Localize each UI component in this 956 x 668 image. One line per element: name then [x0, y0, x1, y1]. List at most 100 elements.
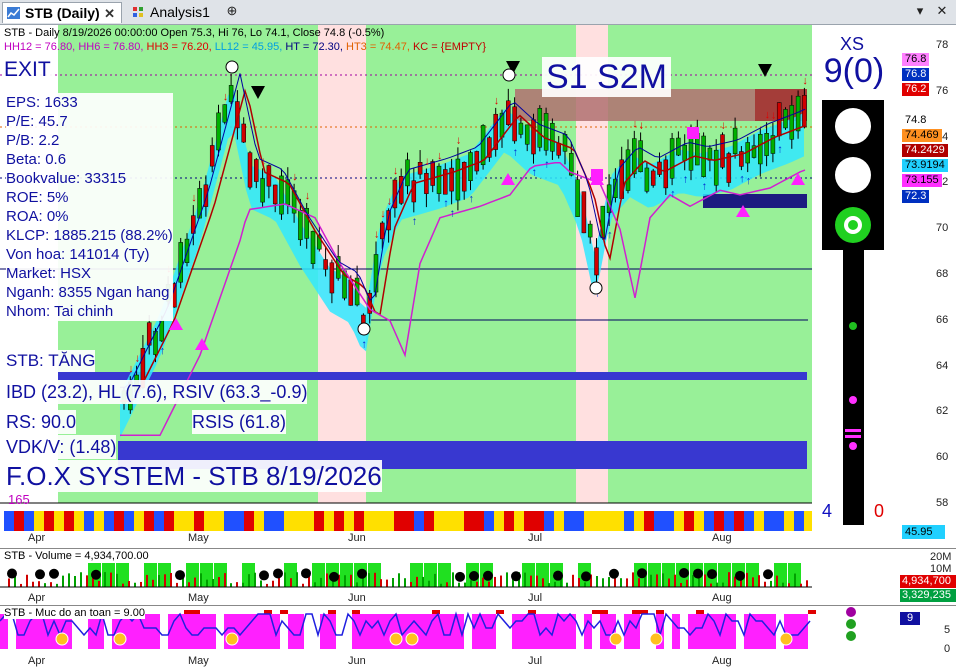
month-axis: Apr May Jun Jul Aug [0, 530, 812, 546]
close-icon[interactable]: ✕ [104, 3, 115, 24]
volume-bar [152, 579, 154, 587]
strip-cell [464, 511, 474, 531]
month-label: Jul [528, 655, 543, 667]
safety-cell [320, 614, 328, 649]
safety-mark [656, 610, 664, 614]
tab-analysis1[interactable]: Analysis1 [128, 2, 222, 23]
strip-cell [74, 511, 84, 531]
volume-bar [374, 572, 376, 587]
sell-arrow: ↓ [135, 353, 141, 365]
volume-bar [620, 578, 622, 587]
volume-bar [206, 579, 208, 587]
month-label: Aug [712, 532, 732, 544]
safety-mark [496, 610, 504, 614]
volume-bar [764, 581, 766, 587]
volume-bar [428, 580, 430, 587]
new-tab-icon[interactable]: ⊕ [224, 3, 240, 19]
volume-bar [806, 580, 808, 587]
strip-cell [794, 511, 804, 531]
price-tick: 60 [936, 451, 949, 464]
volume-bar [320, 577, 322, 587]
volume-dot [763, 569, 773, 580]
volume-tag: 4,934,700 [900, 575, 956, 588]
safety-pane[interactable]: STB - Muc do an toan = 9.00 5 0 9 Apr May… [0, 605, 956, 668]
volume-dot [581, 571, 591, 582]
volume-bar [242, 582, 244, 587]
candle [272, 184, 278, 205]
candle [802, 95, 807, 128]
pb: P/B: 2.2 [6, 132, 60, 149]
volume-bar [680, 582, 682, 587]
volume-bar [86, 575, 88, 587]
buy-arrow: ↑ [412, 215, 418, 227]
safety-cell [512, 614, 520, 649]
candle [713, 149, 719, 186]
level-hh12: HH12 = 76.80, [4, 41, 76, 53]
volume-bar [782, 582, 784, 587]
strip-cell [274, 511, 284, 531]
volume-bar [758, 575, 760, 587]
strip-cell [494, 511, 504, 531]
candle [587, 223, 593, 238]
volume-bar [452, 572, 454, 587]
strip-cell [654, 511, 664, 531]
sell-arrow: ↓ [424, 155, 430, 167]
volume-bar [74, 575, 76, 587]
candle [789, 105, 795, 140]
volume-bar [236, 582, 238, 587]
safety-cell [488, 614, 496, 649]
safety-cell [560, 614, 568, 649]
volume-title: STB - Volume = 4,934,700.00 [4, 550, 149, 562]
safety-cell [296, 614, 304, 649]
buy-arrow: ↑ [450, 207, 456, 219]
strip-cell [444, 511, 454, 531]
safety-cell [480, 614, 488, 649]
close-window-icon[interactable]: ✕ [934, 3, 950, 19]
strip-cell [374, 511, 384, 531]
vol-tick: 10M [930, 563, 952, 575]
traffic-light [822, 100, 884, 525]
candle [228, 85, 234, 103]
volume-bar [386, 579, 388, 587]
dropdown-icon[interactable]: ▾ [912, 3, 928, 19]
candle [417, 162, 423, 175]
candle [159, 320, 165, 342]
volume-bar [170, 572, 172, 587]
safety-badge [225, 632, 239, 646]
volume-bar [296, 572, 298, 587]
level-ht3: HT3 = 74.47, [346, 41, 410, 53]
candle [348, 279, 354, 306]
strip-cell [404, 511, 414, 531]
safety-mark [192, 610, 200, 614]
price-pane[interactable]: ↓↓↑↓↓↓↓↓↓↑↓↓↓↓↑↓↓↑↑↓↑↓↑↑↑↑↑↓↓↑↑↑↓↑↑↓↓↑↓ … [0, 25, 956, 547]
volume-bar [164, 574, 166, 587]
tab-stb-daily[interactable]: STB (Daily) ✕ [2, 2, 122, 23]
sell-arrow: ↓ [261, 155, 267, 167]
volume-bar [98, 580, 100, 587]
candle [323, 259, 328, 270]
volume-dot [49, 568, 59, 579]
price-tick: 68 [936, 268, 949, 280]
level-kc: KC = {EMPTY} [412, 41, 487, 53]
month-label: May [188, 655, 209, 667]
candle [443, 169, 448, 195]
volume-zone [522, 563, 535, 587]
tab-bar: STB (Daily) ✕ Analysis1 ⊕ ▾ ✕ [0, 0, 956, 25]
eps: EPS: 1633 [6, 94, 78, 111]
safety-badge [389, 632, 403, 646]
volume-bar [722, 582, 724, 587]
roa: ROA: 0% [6, 208, 69, 225]
month-label: Jun [348, 655, 366, 667]
buy-arrow: ↑ [777, 144, 783, 156]
volume-pane[interactable]: Apr May Jun Jul Aug STB - Volume = 4,934,700… [0, 548, 956, 605]
strip-cell [644, 511, 654, 531]
price-level-tag: 73.9194 [902, 159, 948, 172]
safety-cell [272, 614, 280, 649]
volume-dot [707, 569, 717, 580]
bookvalue: Bookvalue: 33315 [6, 170, 127, 187]
volume-bar [50, 582, 52, 587]
strip-cell [484, 511, 494, 531]
rs-label: RS: 90.0 [6, 410, 77, 434]
volume-dot [259, 570, 269, 581]
strip-cell [34, 511, 44, 531]
